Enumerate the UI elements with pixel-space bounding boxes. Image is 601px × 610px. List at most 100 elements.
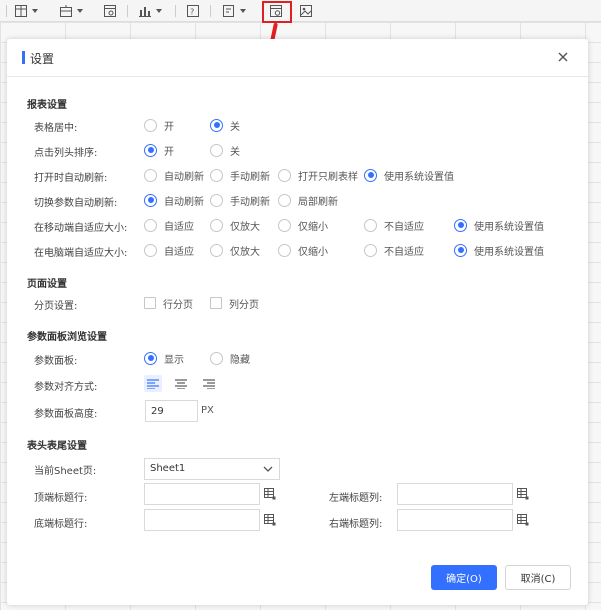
form-tool[interactable] [104, 3, 116, 19]
align-left-button[interactable] [144, 375, 162, 392]
header-sort-label: 点击列头排序: [34, 148, 98, 159]
paging-label: 分页设置: [34, 301, 78, 312]
auto-refresh-style-only[interactable]: 打开只刷表样 [278, 168, 358, 183]
radio-icon [210, 351, 223, 365]
svg-text:?: ? [190, 8, 194, 17]
radio-icon [210, 193, 223, 207]
ok-button[interactable]: 确定(O) [431, 565, 497, 590]
paging-column[interactable]: 列分页 [210, 296, 259, 311]
edit-tool[interactable] [223, 3, 246, 19]
paging-row[interactable]: 行分页 [144, 296, 193, 311]
left-col-label: 左端标题列: [329, 493, 383, 504]
table-center-off[interactable]: 关 [210, 118, 240, 133]
toolbar-separator [175, 5, 176, 17]
toolbar-separator [6, 5, 7, 17]
param-panel-label: 参数面板: [34, 356, 78, 367]
chevron-down-icon [77, 9, 83, 13]
pc-fit-system[interactable]: 使用系统设置值 [454, 243, 544, 258]
param-refresh-manual[interactable]: 手动刷新 [210, 193, 270, 208]
param-height-input[interactable] [145, 400, 198, 422]
radio-icon [364, 243, 377, 257]
section-title-header-footer: 表头表尾设置 [27, 441, 87, 452]
radio-icon [278, 218, 291, 232]
section-title-param-panel: 参数面板浏览设置 [27, 332, 107, 343]
cell-icon [60, 5, 72, 17]
radio-icon [144, 351, 157, 365]
param-panel-hide[interactable]: 隐藏 [210, 351, 250, 366]
pc-fit-none[interactable]: 不自适应 [364, 243, 424, 258]
image-icon [300, 5, 312, 17]
cell-select-icon[interactable] [517, 514, 529, 526]
mobile-fit-auto[interactable]: 自适应 [144, 218, 194, 233]
chevron-down-icon [240, 9, 246, 13]
chart-tool[interactable] [139, 3, 162, 19]
radio-icon [210, 243, 223, 257]
sheet-select-value: Sheet1 [150, 463, 186, 474]
bottom-row-input[interactable] [144, 509, 260, 531]
cancel-button[interactable]: 取消(C) [505, 565, 571, 590]
param-refresh-partial[interactable]: 局部刷新 [278, 193, 338, 208]
cell-select-icon[interactable] [264, 514, 276, 526]
radio-icon [210, 168, 223, 182]
mobile-fit-label: 在移动端自适应大小: [34, 223, 128, 234]
checkbox-icon [210, 297, 222, 309]
chevron-down-icon [32, 9, 38, 13]
form-icon [104, 5, 116, 17]
chevron-down-icon [263, 466, 273, 472]
radio-icon [144, 193, 157, 207]
mobile-fit-none[interactable]: 不自适应 [364, 218, 424, 233]
align-left-icon [147, 378, 159, 389]
cell-select-icon[interactable] [264, 488, 276, 500]
align-center-button[interactable] [172, 375, 190, 392]
insert-table-tool[interactable] [15, 3, 38, 19]
radio-icon [454, 218, 467, 232]
mobile-fit-shrink[interactable]: 仅缩小 [278, 218, 328, 233]
radio-icon [210, 118, 223, 132]
radio-icon [144, 118, 157, 132]
auto-refresh-label: 打开时自动刷新: [34, 173, 108, 184]
preview-tool[interactable] [300, 3, 312, 19]
right-col-label: 右端标题列: [329, 519, 383, 530]
radio-icon [278, 243, 291, 257]
bar-chart-icon [139, 7, 151, 17]
toolbar: ? [0, 0, 601, 23]
pc-fit-shrink[interactable]: 仅缩小 [278, 243, 328, 258]
right-col-input[interactable] [397, 509, 513, 531]
close-icon[interactable] [556, 50, 570, 64]
auto-refresh-auto[interactable]: 自动刷新 [144, 168, 204, 183]
header-sort-on[interactable]: 开 [144, 143, 174, 158]
left-col-input[interactable] [397, 483, 513, 505]
top-row-input[interactable] [144, 483, 260, 505]
cell-select-icon[interactable] [517, 488, 529, 500]
table-center-on[interactable]: 开 [144, 118, 174, 133]
auto-refresh-manual[interactable]: 手动刷新 [210, 168, 270, 183]
align-right-icon [203, 378, 215, 389]
align-right-button[interactable] [200, 375, 218, 392]
formula-tool[interactable]: ? [187, 3, 199, 19]
pc-fit-auto[interactable]: 自适应 [144, 243, 194, 258]
param-height-unit: PX [201, 405, 214, 416]
radio-icon [364, 218, 377, 232]
radio-icon [454, 243, 467, 257]
param-height-label: 参数面板高度: [34, 409, 98, 420]
param-panel-show[interactable]: 显示 [144, 351, 184, 366]
sheet-select[interactable]: Sheet1 [144, 458, 280, 480]
mobile-fit-enlarge[interactable]: 仅放大 [210, 218, 260, 233]
radio-icon [210, 143, 223, 157]
section-title-page: 页面设置 [27, 279, 67, 290]
radio-icon [144, 168, 157, 182]
auto-refresh-system[interactable]: 使用系统设置值 [364, 168, 454, 183]
top-row-label: 顶端标题行: [34, 493, 88, 504]
pc-fit-enlarge[interactable]: 仅放大 [210, 243, 260, 258]
header-sort-off[interactable]: 关 [210, 143, 240, 158]
mobile-fit-system[interactable]: 使用系统设置值 [454, 218, 544, 233]
param-refresh-auto[interactable]: 自动刷新 [144, 193, 204, 208]
table-center-label: 表格居中: [34, 123, 78, 134]
settings-dialog: 设置 报表设置 表格居中: 开 关 点击列头排序: 开 关 打开时自动刷新: 自… [7, 39, 588, 605]
radio-icon [278, 193, 291, 207]
table-icon [15, 5, 27, 17]
formula-icon: ? [187, 5, 199, 17]
highlight-box [262, 1, 292, 23]
param-refresh-label: 切换参数自动刷新: [34, 198, 118, 209]
merge-tool[interactable] [60, 3, 83, 19]
